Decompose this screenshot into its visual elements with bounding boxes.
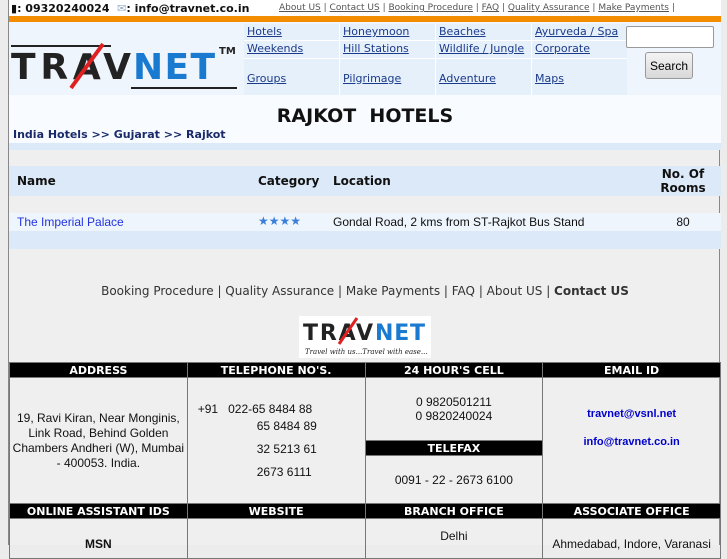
email-link-vsnl[interactable]: travnet@vsnl.net — [587, 408, 676, 420]
phone-2: 65 8484 89 — [256, 418, 317, 433]
hotel-rooms: 80 — [676, 215, 690, 229]
page-title: RAJKOT HOTELS — [276, 105, 454, 127]
footer-logo: TRAV NET Travel with us...Travel with ea… — [299, 316, 431, 358]
breadcrumb-gujarat[interactable]: Gujarat — [114, 128, 160, 141]
header-associate: ASSOCIATE OFFICE — [542, 503, 721, 519]
top-bar: ▮: 09320240024 ✉: info@travnet.co.in Abo… — [9, 0, 721, 16]
nav-groups[interactable]: Groups — [244, 59, 339, 97]
telefax-number: 0091 - 22 - 2673 6100 — [364, 455, 544, 504]
page: ▮: 09320240024 ✉: info@travnet.co.in Abo… — [8, 0, 721, 559]
header-branch: BRANCH OFFICE — [364, 503, 544, 519]
top-links: About US | Contact US | Booking Procedur… — [279, 3, 675, 13]
header: TRAV NET TM Hotels Honeymoon Beaches Ayu… — [9, 22, 721, 97]
star-rating-icon: ★★★★ — [258, 214, 302, 228]
header-online: ONLINE ASSISTANT IDS — [9, 503, 188, 519]
nav-pilgrimage[interactable]: Pilgrimage — [340, 59, 435, 97]
hotel-location: Gondal Road, 2 kms from ST-Rajkot Bus St… — [333, 215, 585, 229]
top-phone: 09320240024 — [25, 2, 110, 15]
nav-beaches[interactable]: Beaches — [436, 24, 531, 40]
top-contact: ▮: 09320240024 ✉: info@travnet.co.in — [11, 2, 250, 15]
top-link-faq[interactable]: FAQ — [482, 3, 499, 13]
branch-office: Delhi — [364, 518, 544, 559]
svg-text:TRAV: TRAV — [11, 47, 131, 88]
divider-strip — [9, 143, 721, 150]
svg-text:NET: NET — [133, 47, 215, 88]
breadcrumb-sep: >> — [91, 128, 110, 141]
email-ids: travnet@vsnl.net info@travnet.co.in — [542, 377, 721, 504]
footer-link-about[interactable]: About US — [487, 284, 543, 298]
header-telefax: TELEFAX — [364, 440, 544, 456]
telephone-numbers: +91 022-65 8484 88 65 8484 89 32 5213 61… — [186, 377, 366, 504]
cell-2: 0 9820240024 — [415, 409, 493, 423]
header-website: WEBSITE — [186, 503, 366, 519]
col-location: Location — [333, 174, 391, 188]
top-link-booking[interactable]: Booking Procedure — [389, 3, 473, 13]
footer-link-booking[interactable]: Booking Procedure — [101, 284, 214, 298]
website — [186, 518, 366, 559]
phone-icon: ▮ — [11, 2, 18, 15]
svg-text:Travel with us...Travel with e: Travel with us...Travel with ease... — [305, 348, 428, 356]
col-rooms: No. Of Rooms — [660, 167, 706, 195]
col-name: Name — [17, 174, 56, 188]
header-cell: 24 HOUR'S CELL — [364, 362, 544, 378]
footer-link-payments[interactable]: Make Payments — [346, 284, 440, 298]
nav-hill-stations[interactable]: Hill Stations — [340, 41, 435, 58]
header-telephone: TELEPHONE NO'S. — [186, 362, 366, 378]
header-email: EMAIL ID — [542, 362, 721, 378]
top-link-payments[interactable]: Make Payments — [598, 3, 669, 13]
svg-text:NET: NET — [375, 321, 425, 346]
cell-1: 0 9820501211 — [415, 395, 492, 409]
nav-corporate[interactable]: Corporate — [532, 41, 627, 58]
footer-link-faq[interactable]: FAQ — [452, 284, 475, 298]
nav-wildlife[interactable]: Wildlife / Jungle — [436, 41, 531, 58]
breadcrumb-current: Rajkot — [186, 128, 226, 141]
svg-text:TM: TM — [219, 46, 236, 57]
phone-4: 2673 6111 — [256, 464, 312, 479]
svg-text:TRAV: TRAV — [303, 321, 373, 346]
header-address: ADDRESS — [9, 362, 188, 378]
title-area: RAJKOT HOTELS India Hotels >> Gujarat >>… — [9, 95, 721, 143]
footer-links: Booking Procedure | Quality Assurance | … — [101, 284, 629, 298]
top-link-quality[interactable]: Quality Assurance — [508, 3, 590, 13]
divider-strip — [9, 231, 721, 249]
travnet-logo[interactable]: TRAV NET TM — [11, 42, 237, 90]
nav-grid: Hotels Honeymoon Beaches Ayurveda / Spa … — [244, 24, 627, 97]
nav-ayurveda[interactable]: Ayurveda / Spa — [532, 24, 627, 40]
breadcrumb: India Hotels >> Gujarat >> Rajkot — [13, 128, 226, 141]
address: 19, Ravi Kiran, Near Monginis, Link Road… — [9, 377, 188, 504]
footer-link-quality[interactable]: Quality Assurance — [225, 284, 334, 298]
mail-icon: ✉ — [117, 2, 127, 15]
breadcrumb-india-hotels[interactable]: India Hotels — [13, 128, 88, 141]
col-category: Category — [258, 174, 320, 188]
table-row: The Imperial Palace ★★★★ Gondal Road, 2 … — [9, 213, 721, 231]
search-input[interactable] — [626, 26, 714, 48]
footer-link-contact[interactable]: Contact US — [554, 284, 629, 298]
online-msn: MSN — [9, 518, 188, 559]
top-link-about[interactable]: About US — [279, 3, 321, 13]
table-header: Name Category Location No. Of Rooms — [9, 166, 721, 196]
email-link-travnet[interactable]: info@travnet.co.in — [583, 436, 679, 448]
nav-adventure[interactable]: Adventure — [436, 59, 531, 97]
nav-weekends[interactable]: Weekends — [244, 41, 339, 58]
top-email: info@travnet.co.in — [134, 2, 250, 15]
top-link-contact[interactable]: Contact US — [330, 3, 380, 13]
search-button[interactable]: Search — [645, 52, 693, 79]
breadcrumb-sep: >> — [163, 128, 183, 141]
cell-numbers: 0 9820501211 0 9820240024 — [364, 377, 544, 441]
nav-maps[interactable]: Maps — [532, 59, 627, 97]
nav-honeymoon[interactable]: Honeymoon — [340, 24, 435, 40]
phone-3: 32 5213 61 — [256, 441, 317, 456]
hotel-name-link[interactable]: The Imperial Palace — [17, 215, 124, 229]
contact-table: ADDRESS TELEPHONE NO'S. 24 HOUR'S CELL E… — [9, 362, 721, 559]
associate-office: Ahmedabad, Indore, Varanasi — [542, 518, 721, 559]
phone-1: +91 022-65 8484 88 — [197, 401, 313, 416]
nav-hotels[interactable]: Hotels — [244, 24, 339, 40]
